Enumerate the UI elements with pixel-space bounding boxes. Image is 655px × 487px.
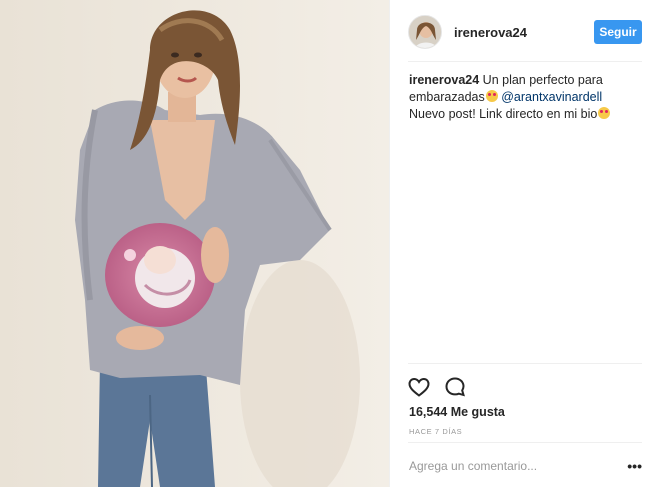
caption-text-line1: Un plan perfecto para	[482, 73, 603, 87]
pregnant-woman-photo	[0, 0, 389, 487]
caption-text-line3: Nuevo post! Link directo en mi bio	[409, 107, 598, 121]
comment-icon[interactable]	[443, 375, 467, 399]
caption-username[interactable]: irenerova24	[409, 73, 479, 87]
post-caption: irenerova24 Un plan perfecto para embara…	[409, 72, 639, 123]
comment-form: •••	[409, 456, 642, 476]
avatar[interactable]	[408, 15, 442, 49]
kiss-emoji-icon	[598, 107, 611, 119]
post-sidebar: irenerova24 Seguir irenerova24 Un plan p…	[389, 0, 655, 487]
heart-eyes-emoji-icon	[485, 90, 498, 102]
avatar-photo	[409, 16, 441, 48]
post-timestamp[interactable]: HACE 7 DÍAS	[409, 427, 462, 436]
follow-button[interactable]: Seguir	[594, 20, 642, 44]
comment-input[interactable]	[409, 459, 628, 473]
comment-divider	[408, 442, 642, 443]
actions-divider	[408, 363, 642, 364]
post-photo[interactable]	[0, 0, 389, 487]
header-divider	[408, 61, 642, 62]
likes-count[interactable]: 16,544 Me gusta	[409, 405, 505, 419]
caption-text-line2: embarazadas	[409, 90, 485, 104]
heart-icon[interactable]	[407, 375, 431, 399]
caption-mention-link[interactable]: @arantxavinardell	[501, 90, 602, 104]
post-actions	[407, 375, 467, 399]
username-link[interactable]: irenerova24	[454, 25, 594, 40]
post-header: irenerova24 Seguir	[408, 13, 642, 51]
more-options-icon[interactable]: •••	[627, 459, 642, 473]
